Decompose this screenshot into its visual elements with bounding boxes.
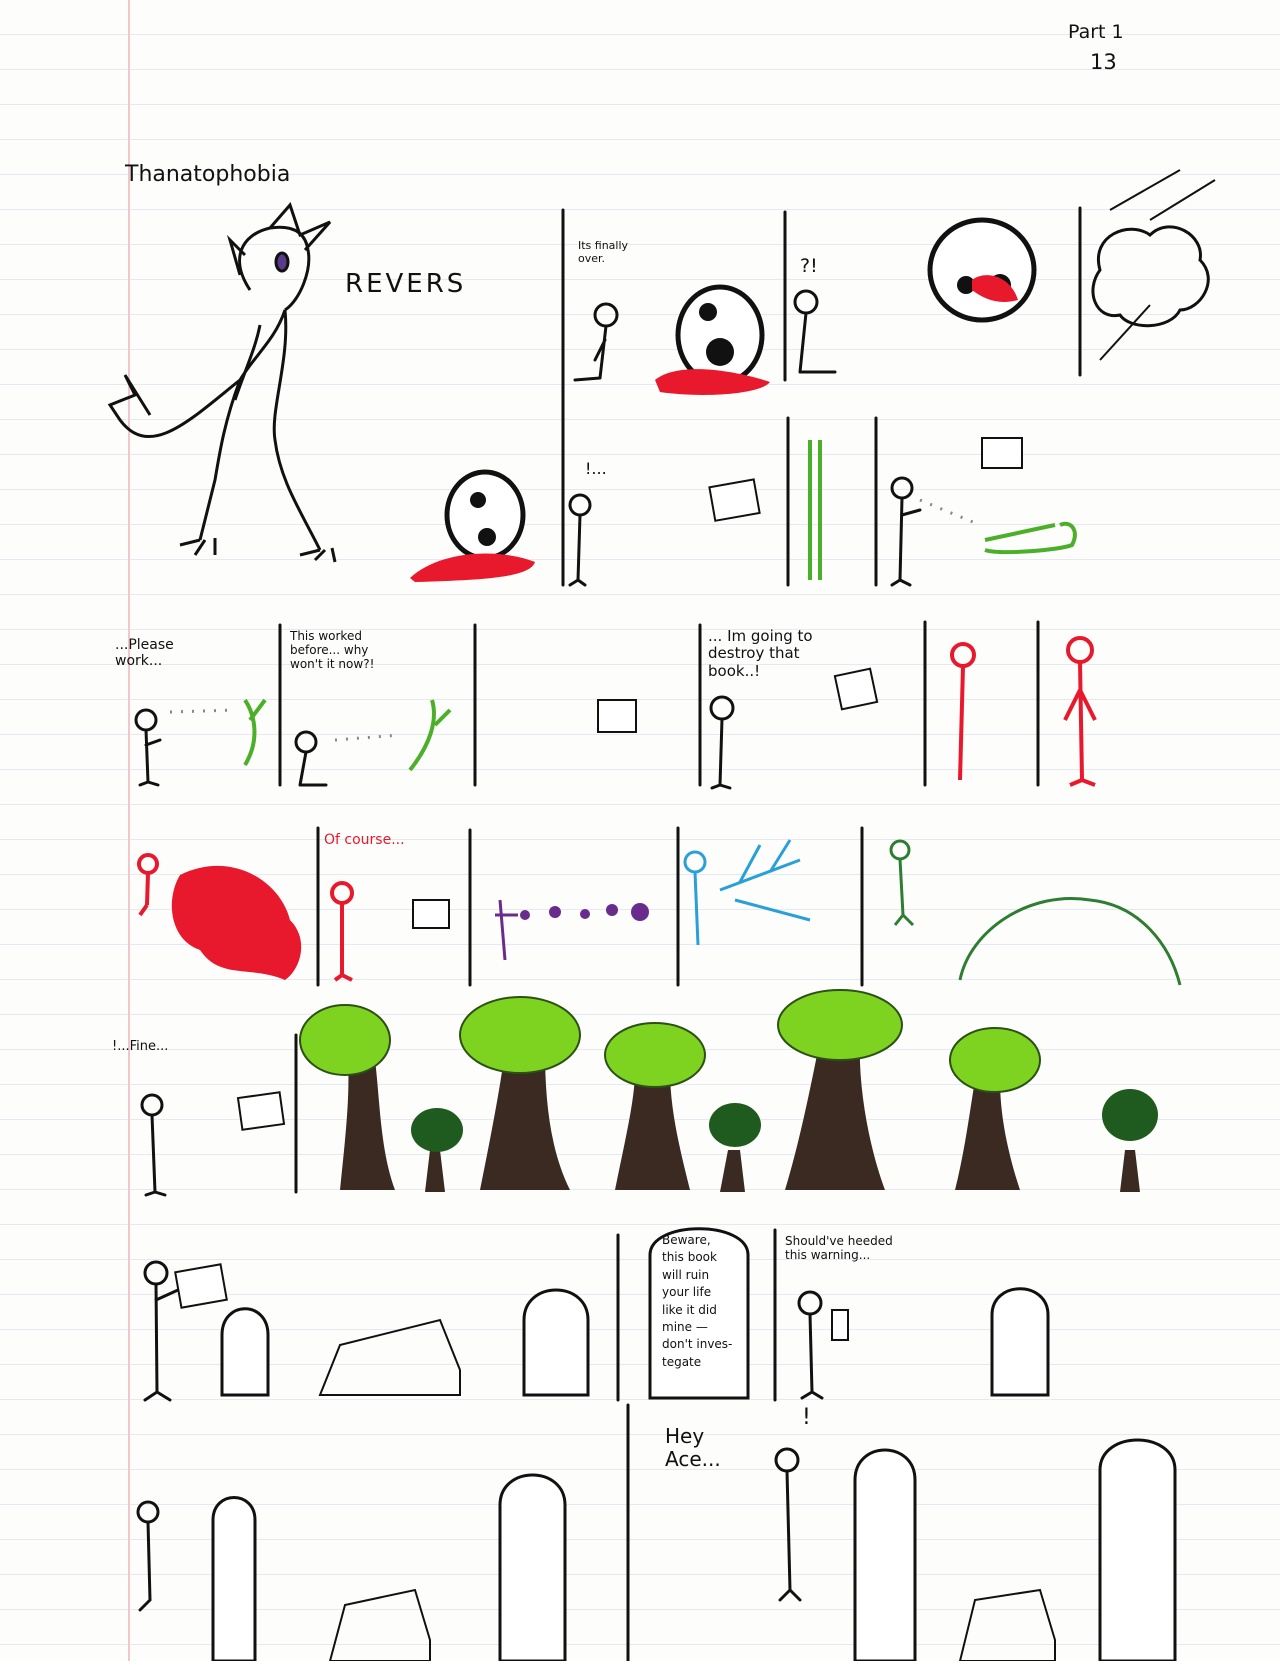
speech-worked-before: This worked before... why won't it now?!	[290, 629, 375, 671]
demon-figure	[107, 202, 337, 563]
book-icon	[174, 437, 1023, 1341]
speech-heeded: Should've heeded this warning...	[785, 1234, 893, 1262]
green-figure	[243, 440, 1077, 772]
gravestone-inscription: Beware, this book will ruin your life li…	[662, 1233, 733, 1369]
void-purple	[520, 903, 649, 921]
tree-canopies	[299, 989, 1041, 1093]
speech-please-work: ...Please work...	[115, 637, 174, 670]
speech-fine: !...Fine...	[112, 1039, 169, 1054]
speech-finally-over: Its finally over.	[578, 239, 629, 265]
red-blast	[171, 865, 302, 980]
notebook-page: Part 1 13 Thanatophobia REVERS Its final…	[0, 0, 1280, 1661]
sfx-revers: REVERS	[345, 269, 467, 299]
exclaim-row7: !	[802, 1405, 811, 1430]
exclaim-row1: ?!	[800, 255, 818, 277]
speech-destroy-book: ... Im going to destroy that book..!	[708, 627, 813, 680]
exclaim-row2: !...	[585, 459, 607, 478]
speech-hey-ace: Hey Ace...	[665, 1424, 721, 1471]
speech-of-course: Of course...	[324, 832, 405, 848]
ice-blue	[683, 839, 811, 946]
comic-artwork	[107, 169, 1216, 1661]
